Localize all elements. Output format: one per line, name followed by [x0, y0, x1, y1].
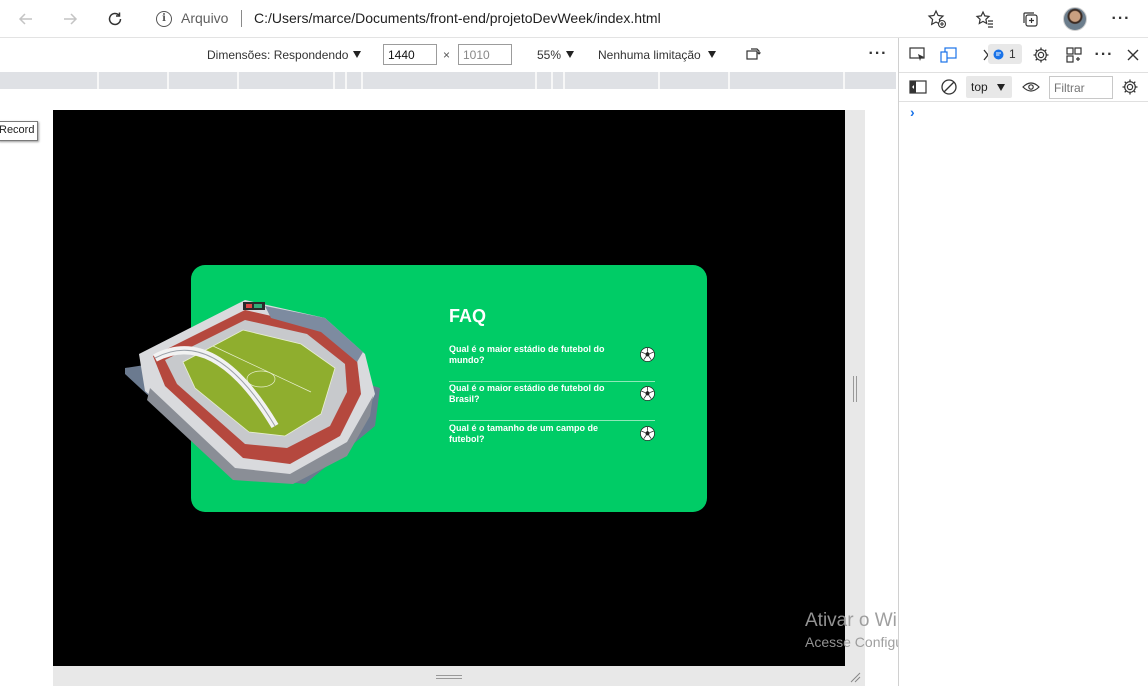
- inspect-icon[interactable]: [907, 44, 929, 66]
- filter-input[interactable]: [1049, 76, 1113, 99]
- console-toolbar: top: [899, 72, 1148, 102]
- faq-item[interactable]: Qual é o tamanho de um campo de futebol?: [449, 423, 655, 461]
- console-prompt[interactable]: ›: [910, 104, 915, 120]
- collections-icon[interactable]: [1018, 7, 1042, 31]
- close-icon[interactable]: [1122, 44, 1144, 66]
- url-text[interactable]: C:/Users/marce/Documents/front-end/proje…: [254, 10, 661, 26]
- faq-item[interactable]: Qual é o maior estádio de futebol do Bra…: [449, 383, 655, 421]
- faq-item[interactable]: Qual é o maior estádio de futebol do mun…: [449, 344, 655, 382]
- clear-console-icon[interactable]: [938, 76, 960, 98]
- back-icon[interactable]: [14, 7, 38, 31]
- soccer-ball-icon[interactable]: [640, 386, 655, 401]
- browser-toolbar: i Arquivo C:/Users/marce/Documents/front…: [0, 0, 1148, 38]
- resize-corner-icon[interactable]: [849, 671, 861, 683]
- device-toolbar: Dimensões: Respondendo × 55% Nenhuma lim…: [0, 38, 898, 72]
- favorites-icon[interactable]: [973, 7, 997, 31]
- device-toggle-icon[interactable]: [938, 44, 960, 66]
- resize-handle-right[interactable]: [845, 110, 865, 666]
- gear-icon[interactable]: [1030, 44, 1052, 66]
- divider: [449, 420, 655, 421]
- chevron-down-icon: [997, 84, 1005, 91]
- divider: [449, 381, 655, 382]
- more-icon[interactable]: ···: [1093, 44, 1115, 66]
- refresh-icon[interactable]: [103, 7, 127, 31]
- stadium-image: [125, 300, 380, 484]
- devtools-panel: 1 ··· top ›: [898, 38, 1148, 686]
- divider: [241, 10, 242, 27]
- site-label: Arquivo: [181, 10, 229, 26]
- dimensions-dropdown[interactable]: Dimensões: Respondendo: [207, 48, 348, 62]
- more-icon[interactable]: ···: [866, 42, 890, 66]
- chevron-down-icon[interactable]: [353, 51, 361, 58]
- eye-icon[interactable]: [1020, 76, 1042, 98]
- dimension-separator: ×: [443, 48, 451, 62]
- faq-question: Qual é o maior estádio de futebol do Bra…: [449, 383, 605, 404]
- info-icon[interactable]: i: [156, 11, 172, 27]
- chevron-down-icon[interactable]: [566, 51, 574, 58]
- chevron-down-icon[interactable]: [708, 51, 716, 58]
- record-tooltip: Record: [0, 121, 38, 141]
- emulated-viewport: FAQ Qual é o maior estádio de futebol do…: [53, 110, 845, 666]
- add-favorite-icon[interactable]: [925, 7, 949, 31]
- sidebar-toggle-icon[interactable]: [907, 76, 929, 98]
- forward-icon[interactable]: [58, 7, 82, 31]
- width-input[interactable]: [383, 44, 437, 65]
- throttle-dropdown[interactable]: Nenhuma limitação: [598, 48, 701, 62]
- context-selector[interactable]: top: [966, 76, 1012, 98]
- message-icon: [993, 49, 1004, 60]
- gear-icon[interactable]: [1119, 76, 1141, 98]
- avatar[interactable]: [1063, 7, 1087, 31]
- issues-count: 1: [1009, 47, 1016, 61]
- more-icon[interactable]: ···: [1109, 7, 1133, 31]
- faq-title: FAQ: [449, 306, 487, 326]
- rotate-icon[interactable]: [742, 42, 766, 66]
- soccer-ball-icon[interactable]: [640, 426, 655, 441]
- zoom-dropdown[interactable]: 55%: [537, 48, 561, 62]
- address-bar[interactable]: i Arquivo C:/Users/marce/Documents/front…: [143, 4, 963, 33]
- height-input[interactable]: [458, 44, 512, 65]
- faq-question: Qual é o maior estádio de futebol do mun…: [449, 344, 605, 365]
- connection-icon[interactable]: [1063, 44, 1085, 66]
- soccer-ball-icon[interactable]: [640, 347, 655, 362]
- faq-question: Qual é o tamanho de um campo de futebol?: [449, 423, 599, 444]
- media-query-ruler[interactable]: [0, 72, 896, 89]
- issues-badge[interactable]: 1: [988, 44, 1022, 64]
- context-label: top: [971, 80, 988, 94]
- resize-handle-bottom[interactable]: [53, 666, 865, 686]
